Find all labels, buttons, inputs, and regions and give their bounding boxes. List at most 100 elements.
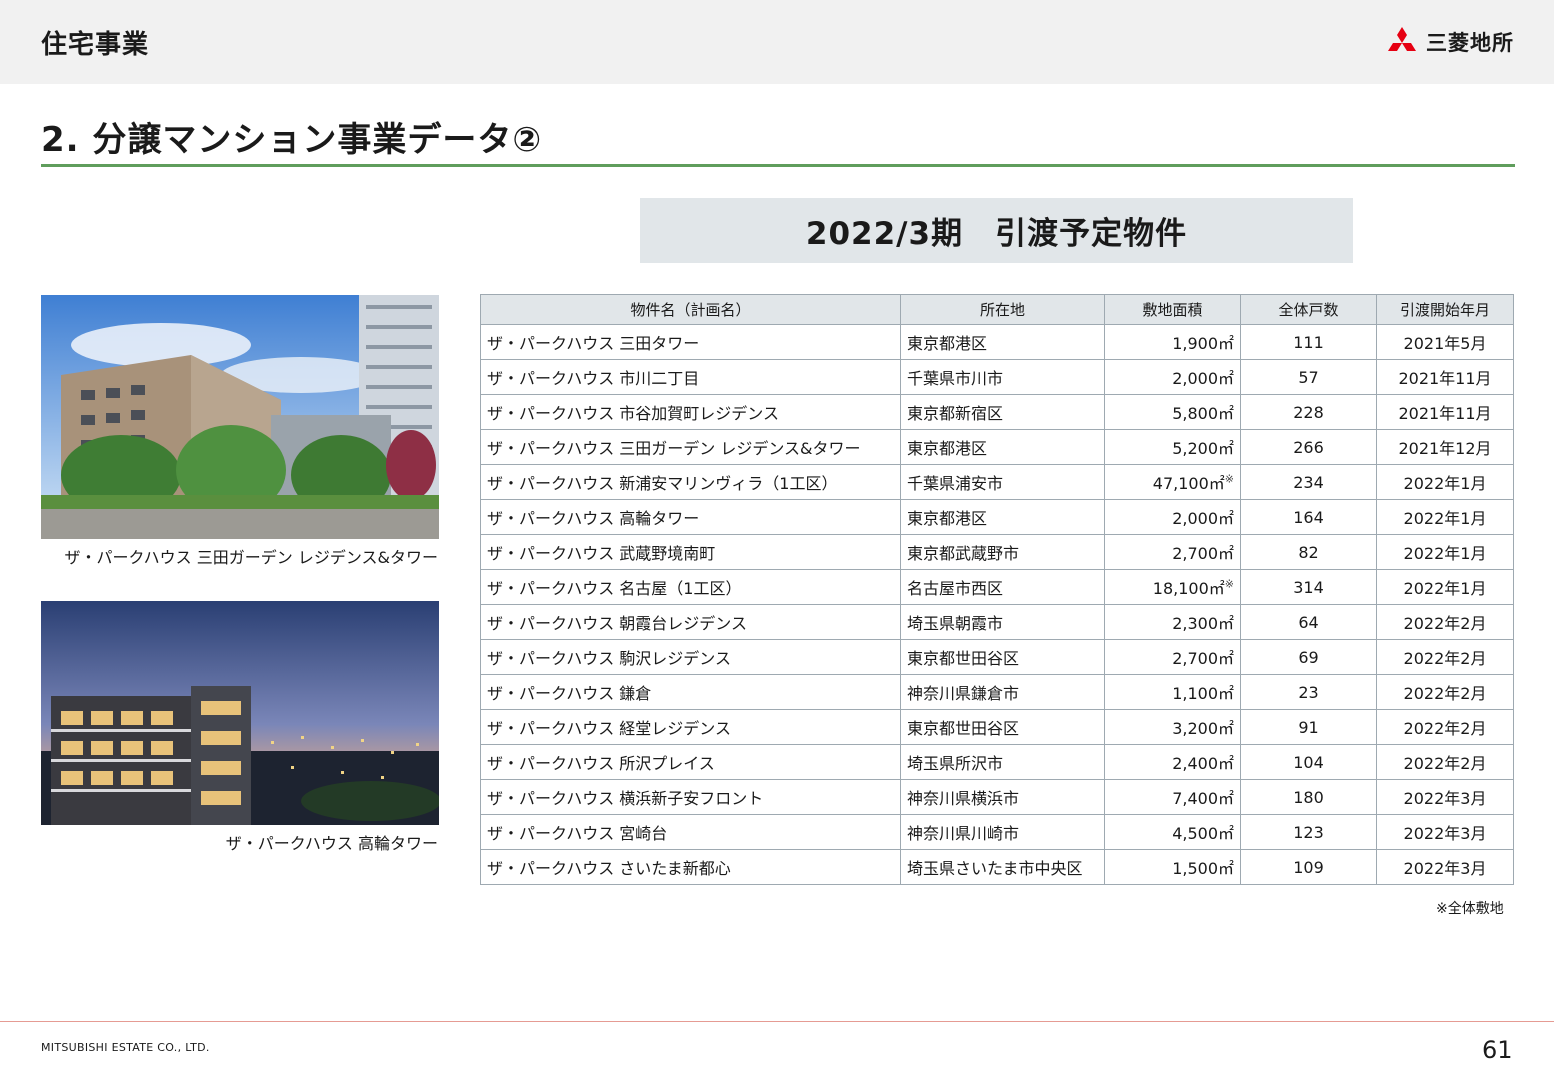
delivery-date-cell: 2022年2月 [1376,709,1514,745]
location-cell-text: 東京都港区 [907,439,988,458]
site-area-cell-text: 2,300㎡ [1172,614,1234,633]
total-units-cell-text: 111 [1293,332,1324,352]
total-units-cell: 180 [1240,779,1377,815]
page-number: 61 [1482,1036,1513,1064]
location-cell: 東京都武蔵野市 [900,534,1105,570]
total-units-cell: 314 [1240,569,1377,605]
column-header-area: 敷地面積 [1104,294,1241,325]
table-row: ザ・パークハウス 横浜新子安フロント 神奈川県横浜市 7,400㎡ 180 2022年3… [480,779,1514,815]
site-area-cell-text: 1,900㎡ [1172,334,1234,353]
table-row: ザ・パークハウス 駒沢レジデンス 東京都世田谷区 2,700㎡ 69 2022年2月 [480,639,1514,675]
property-name-cell-text: ザ・パークハウス 横浜新子安フロント [487,789,764,808]
delivery-date-cell: 2022年3月 [1376,779,1514,815]
property-name-cell-text: ザ・パークハウス 朝霞台レジデンス [487,614,747,633]
site-area-cell-text: 4,500㎡ [1172,824,1234,843]
table-row: ザ・パークハウス 名古屋（1工区） 名古屋市西区 18,100㎡※ 314 2022年1… [480,569,1514,605]
property-name-cell: ザ・パークハウス 駒沢レジデンス [480,639,901,675]
delivery-date-cell: 2022年2月 [1376,744,1514,780]
location-cell: 神奈川県鎌倉市 [900,674,1105,710]
three-diamonds-icon [1388,27,1416,51]
location-cell-text: 神奈川県川崎市 [907,824,1020,843]
property-name-cell: ザ・パークハウス 市谷加賀町レジデンス [480,394,901,430]
logo-text: 三菱地所 [1426,31,1514,55]
site-area-cell-text: 2,700㎡ [1172,649,1234,668]
delivery-date-cell-text: 2022年3月 [1403,859,1487,878]
property-name-cell-text: ザ・パークハウス 鎌倉 [487,684,652,703]
table-row: ザ・パークハウス 高輪タワー 東京都港区 2,000㎡ 164 2022年1月 [480,499,1514,535]
delivery-date-cell: 2022年2月 [1376,639,1514,675]
site-area-cell: 2,400㎡ [1104,744,1241,780]
table-row: ザ・パークハウス 武蔵野境南町 東京都武蔵野市 2,700㎡ 82 2022年1月 [480,534,1514,570]
delivery-date-cell: 2022年3月 [1376,849,1514,885]
property-name-cell-text: ザ・パークハウス 市川二丁目 [487,369,700,388]
site-area-cell-text: 18,100㎡ [1152,579,1225,598]
location-cell-text: 東京都新宿区 [907,404,1004,423]
property-name-cell-text: ザ・パークハウス 武蔵野境南町 [487,544,716,563]
location-cell-text: 東京都港区 [907,334,988,353]
total-units-cell-text: 104 [1293,752,1324,772]
total-units-cell: 104 [1240,744,1377,780]
property-name-cell: ザ・パークハウス 宮崎台 [480,814,901,850]
site-area-cell: 47,100㎡※ [1104,464,1241,500]
site-area-cell: 2,300㎡ [1104,604,1241,640]
column-header-date: 引渡開始年月 [1376,294,1514,325]
property-name-cell: ザ・パークハウス 名古屋（1工区） [480,569,901,605]
location-cell-text: 埼玉県所沢市 [907,754,1004,773]
total-units-cell: 23 [1240,674,1377,710]
site-area-cell: 1,100㎡ [1104,674,1241,710]
site-area-cell-text: 7,400㎡ [1172,789,1234,808]
site-area-cell: 5,800㎡ [1104,394,1241,430]
area-footnote-mark: ※ [1224,472,1234,486]
site-area-cell: 7,400㎡ [1104,779,1241,815]
total-units-cell-text: 314 [1293,577,1324,597]
photo-caption: ザ・パークハウス 三田ガーデン レジデンス&タワー [64,548,438,567]
location-cell-text: 埼玉県さいたま市中央区 [907,859,1083,878]
property-name-cell: ザ・パークハウス 朝霞台レジデンス [480,604,901,640]
property-name-cell: ザ・パークハウス 新浦安マリンヴィラ（1工区） [480,464,901,500]
delivery-date-cell-text: 2022年2月 [1403,649,1487,668]
company-name: MITSUBISHI ESTATE CO., LTD. [41,1041,210,1054]
site-area-cell-text: 1,500㎡ [1172,859,1234,878]
total-units-cell-text: 180 [1293,787,1324,807]
total-units-cell: 228 [1240,394,1377,430]
delivery-date-cell: 2021年12月 [1376,429,1514,465]
site-area-cell-text: 5,800㎡ [1172,404,1234,423]
property-photo-mita-garden [41,295,439,539]
delivery-date-cell-text: 2022年1月 [1403,474,1487,493]
total-units-cell: 91 [1240,709,1377,745]
total-units-cell-text: 109 [1293,857,1324,877]
site-area-cell: 18,100㎡※ [1104,569,1241,605]
site-area-cell-text: 3,200㎡ [1172,719,1234,738]
property-name-cell-text: ザ・パークハウス 駒沢レジデンス [487,649,731,668]
property-photo-takanawa-tower [41,601,439,825]
total-units-cell: 234 [1240,464,1377,500]
total-units-cell-text: 69 [1298,647,1319,667]
delivery-date-cell-text: 2022年1月 [1403,544,1487,563]
total-units-cell-text: 266 [1293,437,1324,457]
total-units-cell: 57 [1240,359,1377,395]
footnote: ※全体敷地 [1436,901,1504,917]
delivery-date-cell: 2022年1月 [1376,499,1514,535]
delivery-schedule-table: 物件名（計画名） 所在地 敷地面積 全体戸数 引渡開始年月 ザ・パークハウス 三… [480,294,1514,885]
site-area-cell: 2,000㎡ [1104,499,1241,535]
table-row: ザ・パークハウス 朝霞台レジデンス 埼玉県朝霞市 2,300㎡ 64 2022年2月 [480,604,1514,640]
location-cell-text: 神奈川県横浜市 [907,789,1020,808]
property-name-cell: ザ・パークハウス 所沢プレイス [480,744,901,780]
photo-caption: ザ・パークハウス 高輪タワー [225,834,438,853]
period-heading: 2022/3期 引渡予定物件 [640,198,1353,263]
delivery-date-cell: 2022年3月 [1376,814,1514,850]
site-area-cell: 2,000㎡ [1104,359,1241,395]
company-logo: 三菱地所 [1386,26,1514,58]
delivery-date-cell-text: 2021年12月 [1398,439,1492,458]
total-units-cell-text: 228 [1293,402,1324,422]
property-name-cell-text: ザ・パークハウス 所沢プレイス [487,754,715,773]
delivery-date-cell: 2022年1月 [1376,464,1514,500]
site-area-cell-text: 5,200㎡ [1172,439,1234,458]
header-bar: 住宅事業 三菱地所 [0,0,1554,84]
location-cell: 東京都新宿区 [900,394,1105,430]
table-row: ザ・パークハウス 経堂レジデンス 東京都世田谷区 3,200㎡ 91 2022年2月 [480,709,1514,745]
table-row: ザ・パークハウス 宮崎台 神奈川県川崎市 4,500㎡ 123 2022年3月 [480,814,1514,850]
total-units-cell: 69 [1240,639,1377,675]
delivery-date-cell: 2022年1月 [1376,569,1514,605]
table-row: ザ・パークハウス 所沢プレイス 埼玉県所沢市 2,400㎡ 104 2022年2月 [480,744,1514,780]
